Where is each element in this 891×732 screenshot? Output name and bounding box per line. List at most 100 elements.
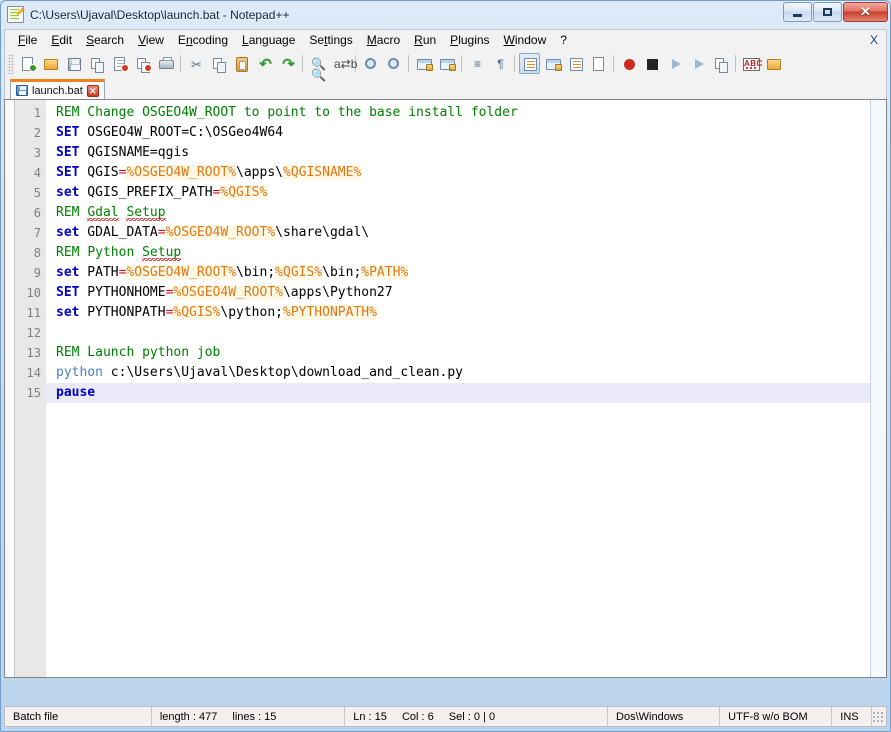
start-record-macro-button[interactable] [618, 53, 639, 74]
word-wrap-button[interactable]: ≡ [466, 53, 487, 74]
zoom-out-button[interactable] [383, 53, 404, 74]
resize-grip[interactable] [872, 711, 884, 723]
replace-button[interactable]: a⇄b [330, 53, 351, 74]
code-line[interactable]: set PYTHONPATH=%QGIS%\python;%PYTHONPATH… [46, 303, 886, 323]
toolbar-separator [408, 55, 409, 72]
code-line[interactable]: REM Launch python job [46, 343, 886, 363]
code-line[interactable]: SET PYTHONHOME=%OSGEO4W_ROOT%\apps\Pytho… [46, 283, 886, 303]
status-eol-format[interactable]: Dos\Windows [608, 707, 720, 726]
vertical-scrollbar[interactable] [870, 100, 886, 677]
stop-record-macro-button[interactable] [641, 53, 662, 74]
show-document-map-icon [566, 54, 587, 75]
editor-area[interactable]: 123456789101112131415 REM Change OSGEO4W… [4, 99, 887, 678]
menu-item-settings[interactable]: Settings [302, 31, 359, 49]
code-line[interactable]: REM Python Setup [46, 243, 886, 263]
print-icon [156, 54, 177, 75]
code-token: PYTHONHOME [79, 285, 165, 300]
menu-item-run[interactable]: Run [407, 31, 443, 49]
zoom-in-button[interactable] [360, 53, 381, 74]
code-line[interactable]: set PATH=%OSGEO4W_ROOT%\bin;%QGIS%\bin;%… [46, 263, 886, 283]
code-token: %OSGEO4W_ROOT% [126, 265, 236, 280]
menu-item-view[interactable]: View [131, 31, 171, 49]
save-macro-button[interactable] [710, 53, 731, 74]
undo-button[interactable]: ↶ [254, 53, 275, 74]
line-number: 11 [15, 303, 46, 323]
stop-record-macro-icon [642, 54, 663, 75]
indent-guideline-button[interactable] [519, 53, 540, 74]
find-button[interactable]: 🔍🔍 [307, 53, 328, 74]
status-encoding[interactable]: UTF-8 w/o BOM [720, 707, 832, 726]
maximize-icon [814, 3, 841, 21]
status-length: length : 477 [160, 711, 218, 723]
code-token: \bin; [322, 265, 361, 280]
open-file-button[interactable] [40, 53, 61, 74]
code-token: QGIS_PREFIX_PATH [79, 185, 212, 200]
menu-bar: File Edit Search View Encoding Language … [4, 29, 887, 50]
close-file-button[interactable] [109, 53, 130, 74]
menu-item-file[interactable]: File [11, 31, 44, 49]
folder-as-workspace-button[interactable] [763, 53, 784, 74]
code-token: QGISNAME=qgis [79, 145, 189, 160]
code-line[interactable]: pause [46, 383, 886, 403]
user-defined-dialog-button[interactable] [542, 53, 563, 74]
code-token: PYTHONPATH [79, 305, 165, 320]
menu-item-encoding[interactable]: Encoding [171, 31, 235, 49]
sync-horizontal-scroll-button[interactable] [436, 53, 457, 74]
show-all-characters-button[interactable]: ¶ [489, 53, 510, 74]
window-title: C:\Users\Ujaval\Desktop\launch.bat - Not… [30, 8, 289, 22]
replace-icon: a⇄b [331, 54, 352, 75]
code-token: SET [56, 145, 79, 160]
line-number: 3 [15, 143, 46, 163]
code-line[interactable]: REM Change OSGEO4W_ROOT to point to the … [46, 103, 886, 123]
close-button[interactable]: ✕ [843, 2, 888, 22]
cut-button[interactable]: ✂ [185, 53, 206, 74]
function-list-button[interactable] [588, 53, 609, 74]
tab-close-icon[interactable]: ✕ [87, 85, 99, 97]
code-token: QGIS [79, 165, 118, 180]
toolbar-drag-handle[interactable] [7, 54, 14, 74]
status-insert-mode[interactable]: INS [832, 707, 872, 726]
save-button[interactable] [63, 53, 84, 74]
code-line[interactable]: SET OSGEO4W_ROOT=C:\OSGeo4W64 [46, 123, 886, 143]
play-macro-button[interactable] [664, 53, 685, 74]
line-number: 6 [15, 203, 46, 223]
sync-vertical-scroll-button[interactable] [413, 53, 434, 74]
minimize-button[interactable] [783, 2, 812, 22]
run-macro-multiple-button[interactable] [687, 53, 708, 74]
code-line[interactable]: python c:\Users\Ujaval\Desktop\download_… [46, 363, 886, 383]
code-line[interactable]: set QGIS_PREFIX_PATH=%QGIS% [46, 183, 886, 203]
save-all-button[interactable] [86, 53, 107, 74]
toolbar-separator [735, 55, 736, 72]
code-line[interactable]: REM Gdal Setup [46, 203, 886, 223]
redo-button[interactable]: ↷ [277, 53, 298, 74]
show-document-map-button[interactable] [565, 53, 586, 74]
menu-item-plugins[interactable]: Plugins [443, 31, 496, 49]
code-token: %PYTHONPATH% [283, 305, 377, 320]
close-all-icon [133, 54, 154, 75]
new-file-button[interactable] [17, 53, 38, 74]
code-line[interactable]: SET QGIS=%OSGEO4W_ROOT%\apps\%QGISNAME% [46, 163, 886, 183]
menu-item-help[interactable]: ? [553, 31, 574, 49]
word-wrap-icon: ≡ [467, 54, 488, 75]
spell-check-button[interactable]: ABC [740, 53, 761, 74]
maximize-button[interactable] [813, 2, 842, 22]
menu-item-edit[interactable]: Edit [44, 31, 79, 49]
menu-item-search[interactable]: Search [79, 31, 131, 49]
status-col: Col : 6 [402, 711, 434, 723]
play-macro-icon [665, 54, 686, 75]
code-line[interactable] [46, 323, 886, 343]
menu-item-window[interactable]: Window [497, 31, 554, 49]
paste-button[interactable] [231, 53, 252, 74]
menu-item-language[interactable]: Language [235, 31, 302, 49]
print-button[interactable] [155, 53, 176, 74]
code-line[interactable]: set GDAL_DATA=%OSGEO4W_ROOT%\share\gdal\ [46, 223, 886, 243]
copy-button[interactable] [208, 53, 229, 74]
close-all-button[interactable] [132, 53, 153, 74]
tab-launch-bat[interactable]: launch.bat ✕ [10, 79, 105, 99]
code-line[interactable]: SET QGISNAME=qgis [46, 143, 886, 163]
status-language[interactable]: Batch file [5, 707, 152, 726]
code-content[interactable]: REM Change OSGEO4W_ROOT to point to the … [46, 100, 886, 677]
status-length-lines: length : 477 lines : 15 [152, 707, 345, 726]
close-document-button[interactable]: X [870, 33, 878, 47]
menu-item-macro[interactable]: Macro [360, 31, 407, 49]
